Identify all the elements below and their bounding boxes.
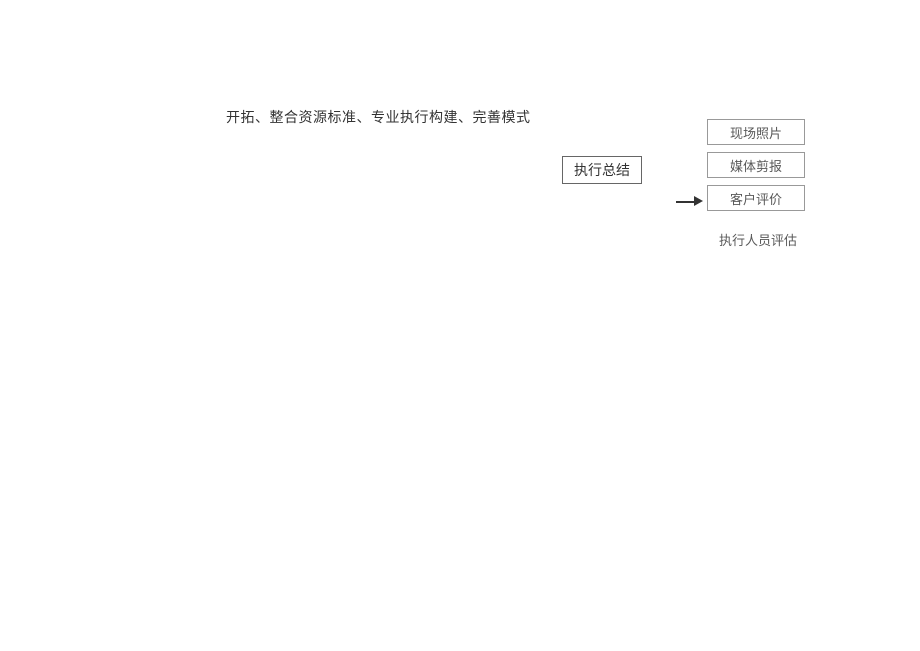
box-customer-evaluation: 客户评价 [707, 185, 805, 211]
heading-text: 开拓、整合资源标准、专业执行构建、完善模式 [226, 107, 531, 127]
arrow-head [694, 196, 703, 206]
arrow-icon [676, 196, 704, 208]
staff-evaluation-text: 执行人员评估 [719, 230, 797, 249]
box-media-clippings: 媒体剪报 [707, 152, 805, 178]
center-summary-box: 执行总结 [562, 156, 642, 184]
arrow-line [676, 201, 696, 203]
box-scene-photos: 现场照片 [707, 119, 805, 145]
